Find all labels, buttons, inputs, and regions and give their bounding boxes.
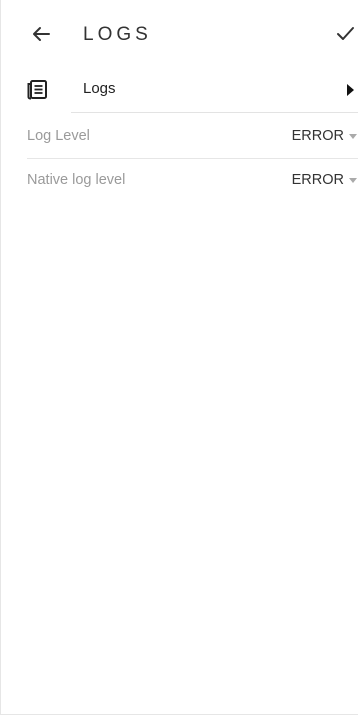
page-title: LOGS <box>83 24 152 45</box>
log-level-dropdown[interactable]: ERROR <box>292 128 357 144</box>
logs-nav-item[interactable]: Logs <box>1 70 358 110</box>
divider <box>27 158 358 159</box>
logs-settings-screen: LOGS Logs Log Level ERROR Native log lev… <box>0 0 358 715</box>
native-log-level-dropdown[interactable]: ERROR <box>292 172 357 188</box>
arrow-left-icon <box>33 27 50 41</box>
dropdown-caret-icon <box>349 133 357 139</box>
setting-row-native-log-level: Native log level ERROR <box>1 160 358 204</box>
dropdown-caret-icon <box>349 177 357 183</box>
triangle-right-icon <box>347 84 354 96</box>
logs-nav-label: Logs <box>83 80 116 97</box>
back-button[interactable] <box>29 22 53 46</box>
confirm-button[interactable] <box>333 22 357 46</box>
native-log-level-label: Native log level <box>27 172 126 188</box>
setting-row-log-level: Log Level ERROR <box>1 116 358 160</box>
document-list-icon <box>27 80 47 100</box>
divider <box>71 112 358 113</box>
native-log-level-value: ERROR <box>291 172 344 188</box>
log-level-value: ERROR <box>291 128 344 144</box>
top-bar: LOGS <box>1 0 358 66</box>
log-level-label: Log Level <box>27 128 90 144</box>
checkmark-icon <box>337 27 354 40</box>
